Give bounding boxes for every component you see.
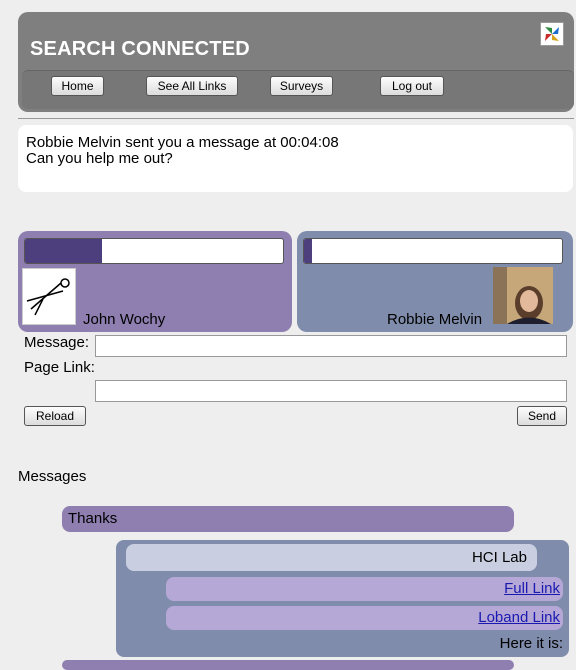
divider [18,118,574,119]
notification-text: Robbie Melvin sent you a message at 00:0… [26,134,339,151]
user-name-john: John Wochy [83,311,166,328]
messages-heading: Messages [18,468,87,485]
link-row-loband: Loband Link [166,606,563,630]
nav-bar: Home See All Links Surveys Log out [22,70,574,109]
avatar-john [22,268,76,325]
progress-bar-robbie [303,238,563,264]
progress-fill-robbie [304,239,312,263]
pinwheel-icon [540,22,564,46]
user-card-robbie: Robbie Melvin [297,231,573,332]
loband-link[interactable]: Loband Link [478,609,560,626]
send-button[interactable]: Send [517,406,567,426]
message-title: HCI Lab [126,544,537,571]
message-bubble: Thanks [62,506,514,532]
surveys-button[interactable]: Surveys [270,76,333,96]
message-input[interactable] [95,335,567,357]
app-header: SEARCH CONNECTED Home See All Links Surv… [18,12,574,112]
reload-button[interactable]: Reload [24,406,86,426]
message-title-text: HCI Lab [471,549,527,566]
avatar-robbie [493,267,553,324]
log-out-button[interactable]: Log out [380,76,444,96]
notification-message: Can you help me out? [26,150,173,167]
message-text: Here it is: [499,635,563,652]
user-name-robbie: Robbie Melvin [387,311,483,328]
message-bubble-partial [62,660,514,670]
message-bubble-links: HCI Lab Full Link Loband Link Here it is… [116,540,569,657]
message-notification: Robbie Melvin sent you a message at 00:0… [18,125,573,192]
progress-fill-john [25,239,103,263]
page-link-input[interactable] [95,380,567,402]
app-title: SEARCH CONNECTED [30,38,250,60]
link-row-full: Full Link [166,577,563,601]
message-label: Message: [24,334,90,351]
message-text: Thanks [68,510,118,527]
home-button[interactable]: Home [51,76,104,96]
full-link[interactable]: Full Link [504,580,560,597]
see-all-links-button[interactable]: See All Links [146,76,238,96]
user-card-john: John Wochy [18,231,292,332]
progress-bar-john [24,238,284,264]
page-link-label: Page Link: [24,359,95,376]
